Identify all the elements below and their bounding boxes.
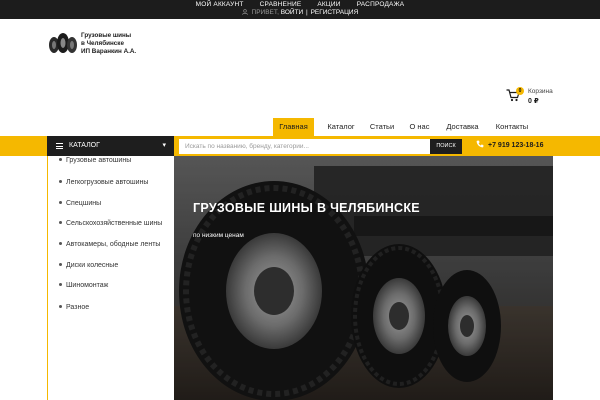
catalog-item-label: Шиномонтаж [66,282,109,289]
top-link-promos[interactable]: АКЦИИ [317,1,340,8]
hero-banner[interactable]: ГРУЗОВЫЕ ШИНЫ В ЧЕЛЯБИНСКЕ по низким цен… [174,156,553,400]
logo-line-3: ИП Варанкин А.А. [81,48,137,55]
menu-icon [56,143,63,149]
phone-icon [476,140,484,148]
cart-count-badge: 0 [516,87,524,95]
login-link[interactable]: ВОЙТИ [281,9,304,16]
catalog-button-label: КАТАЛОГ [69,142,100,149]
catalog-item-tire-fitting[interactable]: Шиномонтаж [59,282,108,289]
hero-title: ГРУЗОВЫЕ ШИНЫ В ЧЕЛЯБИНСКЕ [193,201,420,215]
nav-catalog[interactable]: Каталог [318,118,364,136]
register-link[interactable]: РЕГИСТРАЦИЯ [311,9,359,16]
catalog-item-label: Грузовые автошины [66,157,132,164]
top-nav: МОЙ АККАУНТ СРАВНЕНИЕ АКЦИИ РАСПРОДАЖА [0,1,600,9]
nav-articles[interactable]: Статьи [364,118,400,136]
bullet-icon [59,263,62,266]
bullet-icon [59,242,62,245]
nav-about[interactable]: О нас [403,118,436,136]
nav-home[interactable]: Главная [273,118,314,136]
bullet-icon [59,283,62,286]
catalog-button[interactable]: КАТАЛОГ ▾ [47,136,174,156]
bullet-icon [59,180,62,183]
catalog-item-wheels[interactable]: Диски колесные [59,262,118,269]
top-link-compare[interactable]: СРАВНЕНИЕ [260,1,302,8]
user-icon [242,9,248,15]
auth-separator: | [306,9,308,16]
catalog-item-misc[interactable]: Разное [59,304,89,311]
bullet-icon [59,221,62,224]
nav-contacts[interactable]: Контакты [490,118,534,136]
cart-label: Корзина [528,88,553,95]
catalog-item-special-tires[interactable]: Спецшины [59,200,101,207]
nav-delivery[interactable]: Доставка [440,118,485,136]
top-link-account[interactable]: МОЙ АККАУНТ [196,1,244,8]
catalog-item-label: Разное [66,304,90,311]
search-input[interactable] [179,139,430,154]
bullet-icon [59,201,62,204]
logo-line-1: Грузовые шины [81,32,132,39]
hero-subtitle: по низким ценам [193,232,244,239]
catalog-menu: Грузовые автошины Легкогрузовые автошины… [47,156,174,400]
phone-number[interactable]: +7 919 123-18-16 [476,136,543,156]
logo-text: Грузовые шины в Челябинске ИП Варанкин А… [81,32,136,56]
catalog-item-label: Автокамеры, ободные ленты [66,241,161,248]
phone-text: +7 919 123-18-16 [488,142,544,149]
catalog-item-light-truck-tires[interactable]: Легкогрузовые автошины [59,179,148,186]
top-bar: МОЙ АККАУНТ СРАВНЕНИЕ АКЦИИ РАСПРОДАЖА П… [0,0,600,19]
site-logo[interactable]: Грузовые шины в Челябинске ИП Варанкин А… [47,32,147,58]
logo-line-2: в Челябинске [81,40,124,47]
top-link-sale[interactable]: РАСПРОДАЖА [357,1,405,8]
truck-tires-photo [174,156,553,400]
catalog-item-label: Диски колесные [66,262,119,269]
chevron-down-icon: ▾ [162,142,166,149]
greeting-text: ПРИВЕТ, [251,9,279,16]
catalog-item-agri-tires[interactable]: Сельскохозяйственные шины [59,220,162,227]
cart-total: 0 ₽ [528,98,539,105]
bullet-icon [59,305,62,308]
search-button[interactable]: ПОИСК [430,139,462,154]
catalog-item-label: Сельскохозяйственные шины [66,220,163,227]
catalog-item-label: Легкогрузовые автошины [66,179,149,186]
catalog-item-truck-tires[interactable]: Грузовые автошины [59,157,131,164]
catalog-item-label: Спецшины [66,200,102,207]
catalog-item-tubes[interactable]: Автокамеры, ободные ленты [59,241,160,248]
tires-logo-icon [49,33,77,53]
greeting-row: ПРИВЕТ, ВОЙТИ | РЕГИСТРАЦИЯ [0,9,600,17]
cart-widget[interactable]: 0 Корзина 0 ₽ [506,86,566,106]
bullet-icon [59,158,62,161]
